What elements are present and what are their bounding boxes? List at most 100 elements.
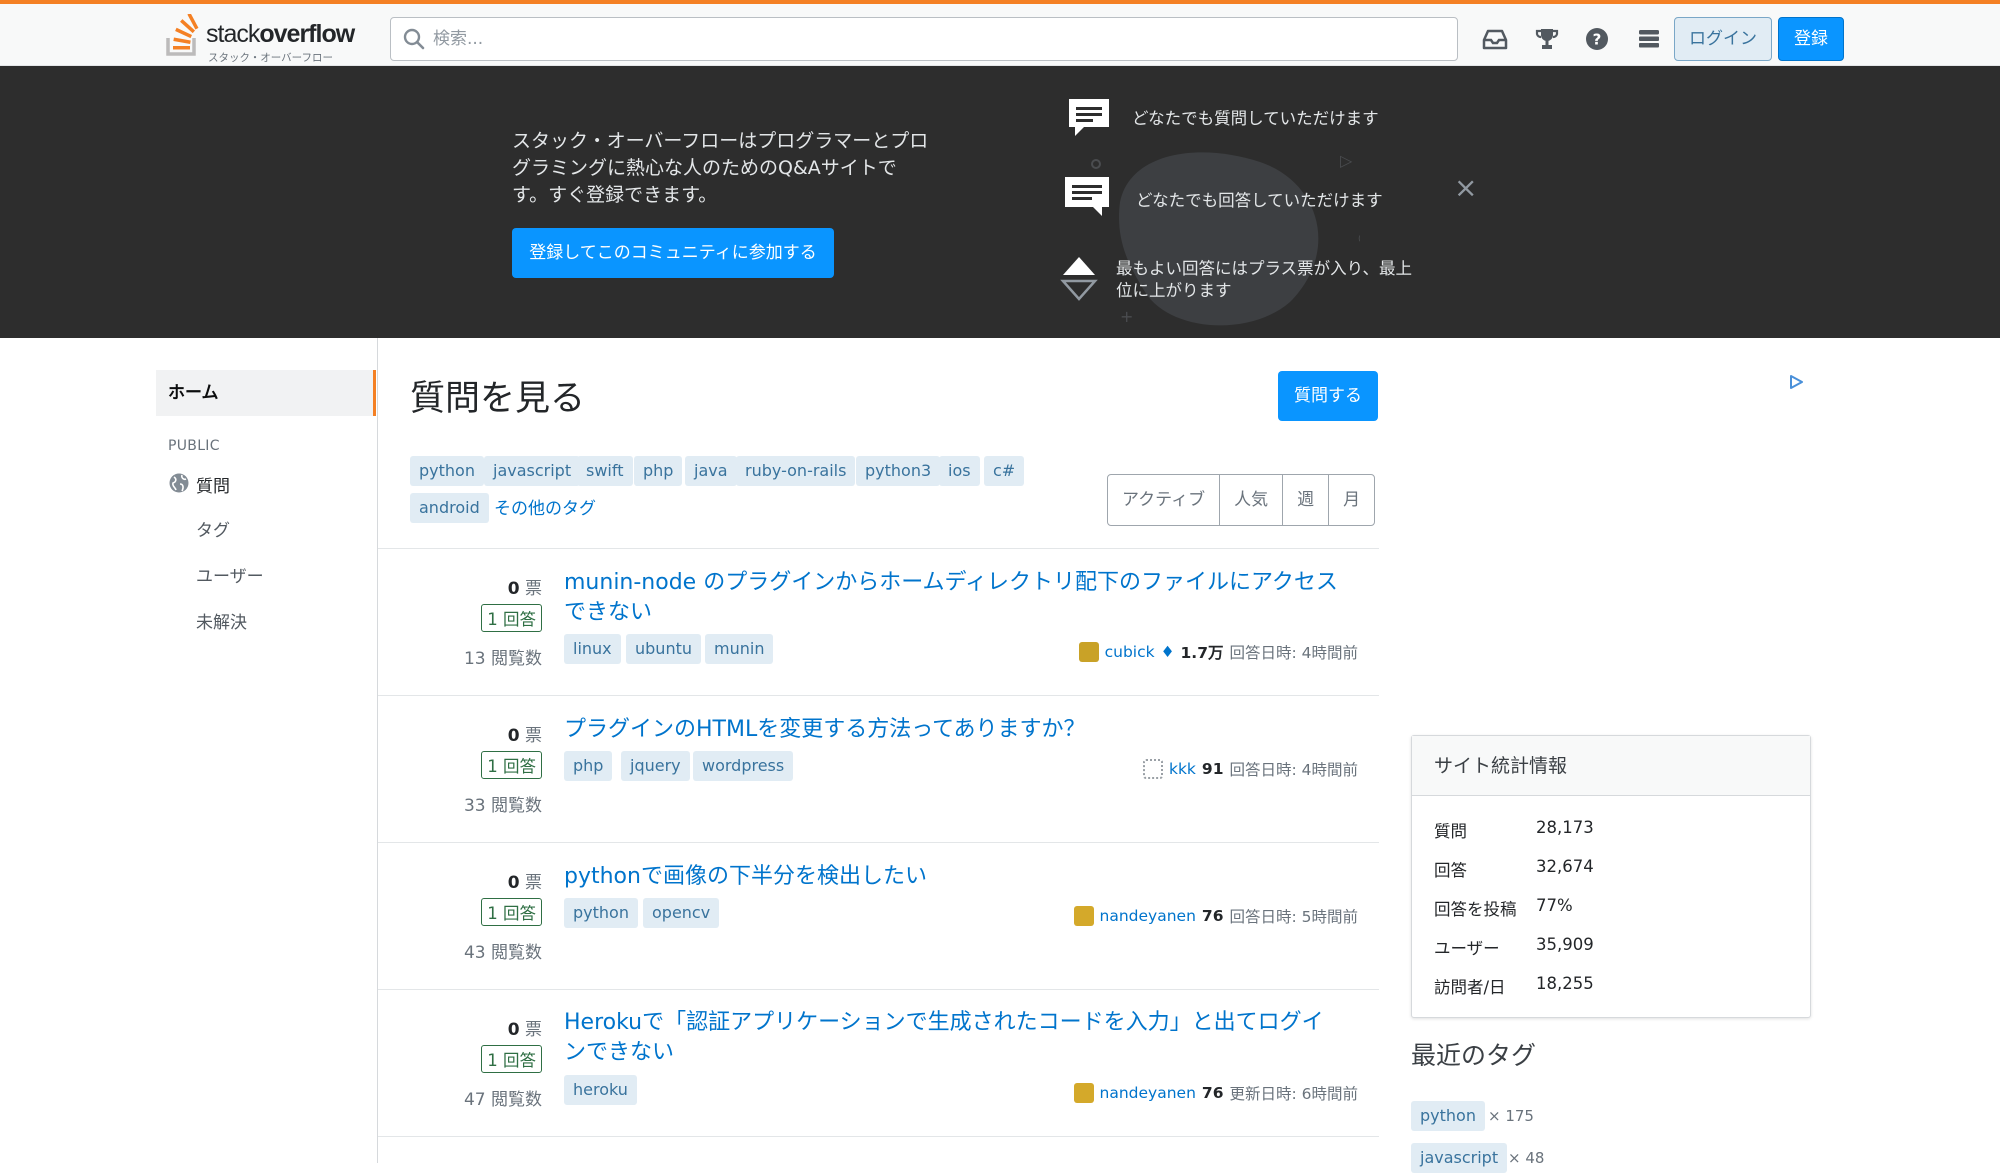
svg-text:+: +	[1120, 307, 1133, 326]
nav-users[interactable]: ユーザー	[196, 562, 264, 587]
reputation: 1.7万	[1180, 644, 1224, 662]
moderator-diamond-icon: ♦	[1160, 643, 1175, 661]
more-tags-link[interactable]: その他のタグ	[494, 494, 596, 519]
svg-text:▷: ▷	[1340, 151, 1353, 170]
search-box[interactable]	[390, 17, 1458, 61]
stat-label: 訪問者/日	[1434, 978, 1506, 997]
globe-icon	[169, 473, 189, 493]
site-switcher-icon[interactable]	[1634, 24, 1664, 54]
nav-home[interactable]: ホーム	[156, 370, 376, 416]
question-tag[interactable]: wordpress	[693, 751, 794, 781]
logo-text: stackoverflow	[206, 20, 355, 48]
popular-tag[interactable]: c#	[984, 456, 1025, 486]
page-title: 質問を見る	[410, 379, 586, 419]
vote-count: 0 票	[507, 726, 542, 746]
popular-tag[interactable]: ruby-on-rails	[736, 456, 856, 486]
answer-count: 1 回答	[432, 751, 542, 779]
user-link[interactable]: kkk	[1169, 760, 1196, 778]
user-link[interactable]: nandeyanen	[1100, 1084, 1196, 1102]
popular-tag[interactable]: java	[685, 456, 737, 486]
user-link[interactable]: cubick	[1105, 643, 1155, 661]
nav-unanswered[interactable]: 未解決	[196, 608, 247, 633]
search-input[interactable]	[433, 24, 1433, 54]
welcome-banner: スタック・オーバーフローはプログラマーとプログラミングに熱心な人のためのQ&Aサ…	[0, 66, 2000, 338]
question-owner: nandeyanen 76 更新日時: 6時間前	[1073, 1082, 1358, 1104]
question-title-link[interactable]: プラグインのHTMLを変更する方法ってありますか？	[564, 715, 1344, 745]
login-button[interactable]: ログイン	[1674, 17, 1772, 61]
vote-count: 0 票	[507, 1020, 542, 1040]
question-tag[interactable]: jquery	[621, 751, 690, 781]
inbox-icon[interactable]	[1480, 24, 1510, 54]
user-link[interactable]: nandeyanen	[1100, 907, 1196, 925]
recent-tag[interactable]: python	[1411, 1101, 1485, 1131]
banner-decoration: ▷ ○ + +	[1091, 151, 1360, 326]
filter-active[interactable]: アクティブ	[1108, 475, 1221, 525]
recent-tag-count: × 175	[1488, 1107, 1534, 1125]
answer-count: 1 回答	[432, 898, 542, 926]
activity-time[interactable]: 回答日時: 5時間前	[1229, 905, 1358, 927]
stats-title: サイト統計情報	[1412, 736, 1810, 796]
help-icon[interactable]: ?	[1582, 24, 1612, 54]
site-logo[interactable]: stackoverflow スタック・オーバーフロー	[166, 12, 372, 64]
popular-tag[interactable]: python3	[856, 456, 941, 486]
popular-tag[interactable]: python	[410, 456, 484, 486]
question-tag[interactable]: ubuntu	[626, 634, 701, 664]
popular-tag[interactable]: android	[410, 493, 489, 523]
question-tag[interactable]: linux	[564, 634, 621, 664]
reputation: 76	[1201, 907, 1224, 925]
view-count: 33 閲覧数	[463, 796, 542, 816]
close-banner-button[interactable]: ×	[1454, 174, 1477, 202]
trophy-icon[interactable]	[1532, 24, 1562, 54]
popular-tag[interactable]: ios	[939, 456, 980, 486]
ask-question-button[interactable]: 質問する	[1278, 371, 1378, 421]
avatar[interactable]	[1142, 759, 1163, 779]
stat-label: ユーザー	[1434, 939, 1500, 958]
search-icon	[403, 28, 425, 50]
signup-button[interactable]: 登録	[1778, 17, 1844, 61]
stat-value: 28,173	[1536, 818, 1594, 837]
nav-questions[interactable]: 質問	[196, 472, 230, 497]
left-sidebar: ホーム PUBLIC 質問 タグ ユーザー 未解決	[0, 338, 378, 1163]
reputation: 91	[1201, 760, 1224, 778]
avatar[interactable]	[1073, 906, 1094, 926]
ad-choices-icon[interactable]	[1788, 374, 1804, 390]
list-divider	[378, 989, 1379, 990]
svg-text:?: ?	[1593, 31, 1602, 49]
site-stats-panel: サイト統計情報 質問 28,173 回答 32,674 回答を投稿 77% ユー…	[1411, 735, 1811, 1018]
feature-vote-text: 最もよい回答にはプラス票が入り、最上位に上がります	[1116, 259, 1413, 300]
top-bar: stackoverflow スタック・オーバーフロー ? ログイン 登録	[0, 0, 2000, 66]
stat-label: 回答	[1434, 861, 1467, 880]
question-title-link[interactable]: pythonで画像の下半分を検出したい	[564, 862, 1344, 892]
answer-count: 1 回答	[432, 1045, 542, 1073]
activity-time[interactable]: 回答日時: 4時間前	[1229, 758, 1358, 780]
question-title-link[interactable]: Herokuで「認証アプリケーションで生成されたコードを入力」と出てログインでき…	[564, 1008, 1344, 1068]
nav-tags[interactable]: タグ	[196, 516, 230, 541]
activity-time[interactable]: 回答日時: 4時間前	[1229, 641, 1358, 663]
question-tag[interactable]: php	[564, 751, 613, 781]
join-community-button[interactable]: 登録してこのコミュニティに参加する	[512, 228, 834, 278]
stat-value: 35,909	[1536, 935, 1594, 954]
popular-tag[interactable]: php	[634, 456, 683, 486]
stat-label: 回答を投稿	[1434, 900, 1517, 919]
feature-ask-text: どなたでも質問していただけます	[1132, 109, 1379, 128]
avatar[interactable]	[1073, 1083, 1094, 1103]
question-tag[interactable]: opencv	[643, 898, 720, 928]
recent-tags-title: 最近のタグ	[1411, 1041, 1537, 1070]
avatar[interactable]	[1078, 642, 1099, 662]
popular-tag[interactable]: swift	[577, 456, 633, 486]
activity-time[interactable]: 更新日時: 6時間前	[1229, 1082, 1358, 1104]
list-divider	[378, 695, 1379, 696]
answer-bubble-icon	[1065, 177, 1109, 216]
question-tag[interactable]: munin	[705, 634, 774, 664]
filter-month[interactable]: 月	[1329, 475, 1374, 525]
recent-tag[interactable]: javascript	[1411, 1143, 1508, 1173]
filter-hot[interactable]: 人気	[1220, 475, 1284, 525]
list-divider	[378, 1136, 1379, 1137]
filter-week[interactable]: 週	[1283, 475, 1330, 525]
question-tag[interactable]: heroku	[564, 1075, 637, 1105]
feature-answer-text: どなたでも回答していただけます	[1136, 191, 1383, 210]
popular-tag[interactable]: javascript	[484, 456, 581, 486]
question-tag[interactable]: python	[564, 898, 638, 928]
question-title-link[interactable]: munin-node のプラグインからホームディレクトリ配下のファイルにアクセス…	[564, 568, 1344, 628]
stack-logo-icon	[166, 14, 199, 56]
